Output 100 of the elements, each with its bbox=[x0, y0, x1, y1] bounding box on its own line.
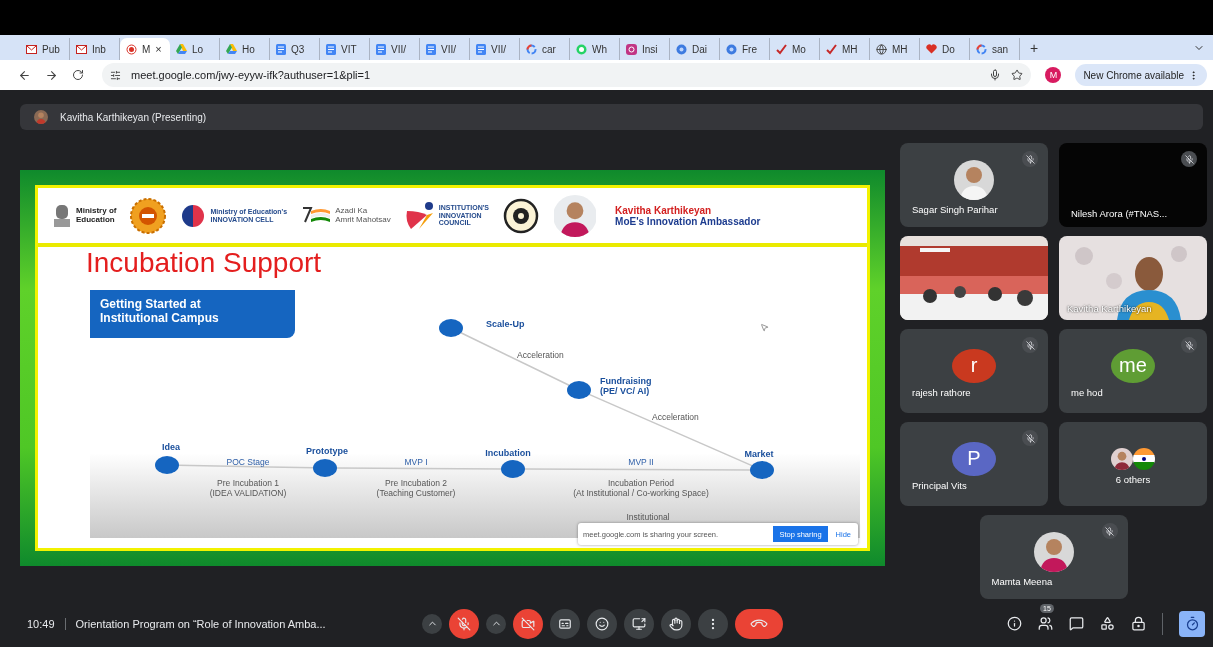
participant-avatar: me bbox=[1111, 348, 1155, 383]
slide-title: Incubation Support bbox=[86, 247, 322, 279]
logo-text: Ministry of Education bbox=[76, 207, 117, 224]
ring-logo-icon bbox=[976, 43, 987, 55]
activities-button[interactable] bbox=[1100, 616, 1115, 631]
flag-icon bbox=[1133, 447, 1155, 470]
stage-node bbox=[439, 319, 463, 337]
raise-hand-button[interactable] bbox=[661, 608, 691, 639]
callout-box: Getting Started at Institutional Campus bbox=[90, 290, 295, 338]
participant-name: Principal Vits bbox=[912, 479, 967, 491]
info-icon bbox=[1007, 616, 1022, 631]
camera-off-icon bbox=[521, 616, 535, 631]
phase-period: Pre Incubation 2 (Teaching Customer) bbox=[376, 478, 456, 498]
ambassador-role: MoE's Innovation Ambassador bbox=[615, 215, 761, 227]
back-icon[interactable] bbox=[18, 68, 31, 82]
people-icon bbox=[1038, 616, 1053, 631]
video-options-button[interactable] bbox=[486, 613, 506, 634]
stage-label: Fundraising (PE/ VC/ AI) bbox=[600, 376, 652, 396]
mail-icon bbox=[76, 44, 87, 54]
stage-label: Incubation bbox=[485, 448, 531, 458]
others-label: 6 others bbox=[1115, 473, 1151, 485]
ambassador-name: Kavitha Karthikeyan bbox=[615, 204, 713, 216]
document-icon bbox=[426, 43, 436, 55]
phase-label: POC Stage bbox=[226, 457, 270, 467]
check-icon bbox=[826, 43, 837, 55]
lock-icon bbox=[1131, 616, 1146, 631]
participant-name: me hod bbox=[1071, 386, 1103, 398]
microphone-button[interactable] bbox=[449, 608, 479, 639]
browser-tab[interactable]: M × bbox=[120, 38, 170, 60]
triangle-icon bbox=[226, 44, 237, 54]
chat-icon bbox=[576, 43, 587, 55]
participant-name: Mamta Meena bbox=[991, 575, 1053, 587]
audio-options-button[interactable] bbox=[422, 613, 442, 634]
shapes-icon bbox=[1100, 616, 1115, 631]
phase-label: MVP I bbox=[404, 457, 428, 467]
camera-icon bbox=[626, 43, 637, 55]
brain-icon bbox=[180, 202, 207, 229]
ring-logo-icon bbox=[526, 43, 537, 55]
phase-period: Incubation Period (At Institutional / Co-working Space) bbox=[573, 478, 709, 498]
timer-button[interactable] bbox=[1179, 610, 1205, 637]
participant-name: rajesh rathore bbox=[912, 386, 971, 398]
document-icon bbox=[276, 43, 286, 55]
phase-label: MVP II bbox=[628, 457, 654, 467]
profile-avatar[interactable]: M bbox=[1045, 67, 1062, 83]
document-icon bbox=[326, 43, 336, 55]
chat-icon bbox=[1069, 616, 1084, 631]
timer-icon bbox=[1184, 616, 1200, 631]
present-button[interactable] bbox=[624, 608, 654, 639]
close-tab-button[interactable]: × bbox=[155, 43, 162, 55]
triangle-icon bbox=[176, 44, 187, 54]
participant-avatar: r bbox=[952, 348, 996, 383]
check-icon bbox=[776, 43, 787, 55]
record-icon bbox=[126, 43, 137, 55]
leave-call-button[interactable] bbox=[735, 608, 783, 639]
heart-icon bbox=[926, 44, 937, 54]
circle-logo-icon bbox=[676, 43, 687, 55]
forward-icon[interactable] bbox=[45, 68, 58, 82]
note-label: Institutional bbox=[626, 512, 670, 522]
info-button[interactable] bbox=[1007, 616, 1022, 631]
seal-icon bbox=[130, 197, 167, 234]
microphone-icon[interactable] bbox=[989, 69, 1002, 81]
new-tab-button[interactable]: + bbox=[1030, 39, 1039, 56]
circle-logo-icon bbox=[726, 43, 737, 55]
reload-icon[interactable] bbox=[72, 69, 84, 81]
mail-icon bbox=[26, 44, 37, 54]
cursor-icon bbox=[760, 323, 769, 332]
stage-label: Prototype bbox=[306, 446, 348, 456]
edge-label: Acceleration bbox=[517, 350, 564, 360]
document-icon bbox=[476, 43, 486, 55]
meeting-time: 10:49 bbox=[27, 617, 66, 630]
stage-label: Scale-Up bbox=[486, 319, 525, 329]
globe-icon bbox=[876, 43, 887, 55]
address-bar[interactable]: meet.google.com/jwy-eyyw-ifk?authuser=1&pli=1 bbox=[102, 63, 1032, 87]
edge-label: Acceleration bbox=[652, 412, 699, 422]
stage-label: Idea bbox=[162, 442, 180, 452]
microphone-off-icon bbox=[457, 616, 471, 631]
update-button[interactable]: New Chrome available bbox=[1075, 64, 1207, 86]
presenter-name: Kavitha Karthikeyan (Presenting) bbox=[60, 111, 207, 123]
participant-name: Nilesh Arora (#TNAS... bbox=[1071, 208, 1168, 219]
meeting-title: Orientation Program on “Role of Innovation Amba... bbox=[75, 617, 326, 630]
stage-node bbox=[567, 381, 591, 399]
seal-icon bbox=[503, 197, 540, 234]
camera-button[interactable] bbox=[513, 608, 543, 639]
smiley-icon bbox=[595, 616, 609, 631]
swoosh-icon bbox=[404, 200, 435, 231]
document-icon bbox=[376, 43, 386, 55]
phase-period: Pre Incubation 1 (IDEA VALIDATION) bbox=[209, 478, 287, 498]
stage-label: Market bbox=[744, 449, 774, 459]
emoji-button[interactable] bbox=[587, 608, 617, 639]
captions-icon bbox=[558, 616, 572, 631]
present-screen-icon bbox=[632, 616, 646, 631]
participant-avatar: P bbox=[952, 441, 996, 476]
site-settings-icon[interactable] bbox=[110, 69, 121, 81]
chat-button[interactable] bbox=[1069, 616, 1084, 631]
hand-icon bbox=[669, 616, 683, 631]
logo-text: Azadi Ka Amrit Mahotsav bbox=[335, 207, 391, 224]
bookmark-star-icon[interactable] bbox=[1011, 69, 1024, 81]
participant-name: Sagar Singh Parihar bbox=[912, 203, 998, 215]
captions-button[interactable] bbox=[550, 608, 580, 639]
host-controls-button[interactable] bbox=[1131, 616, 1146, 631]
